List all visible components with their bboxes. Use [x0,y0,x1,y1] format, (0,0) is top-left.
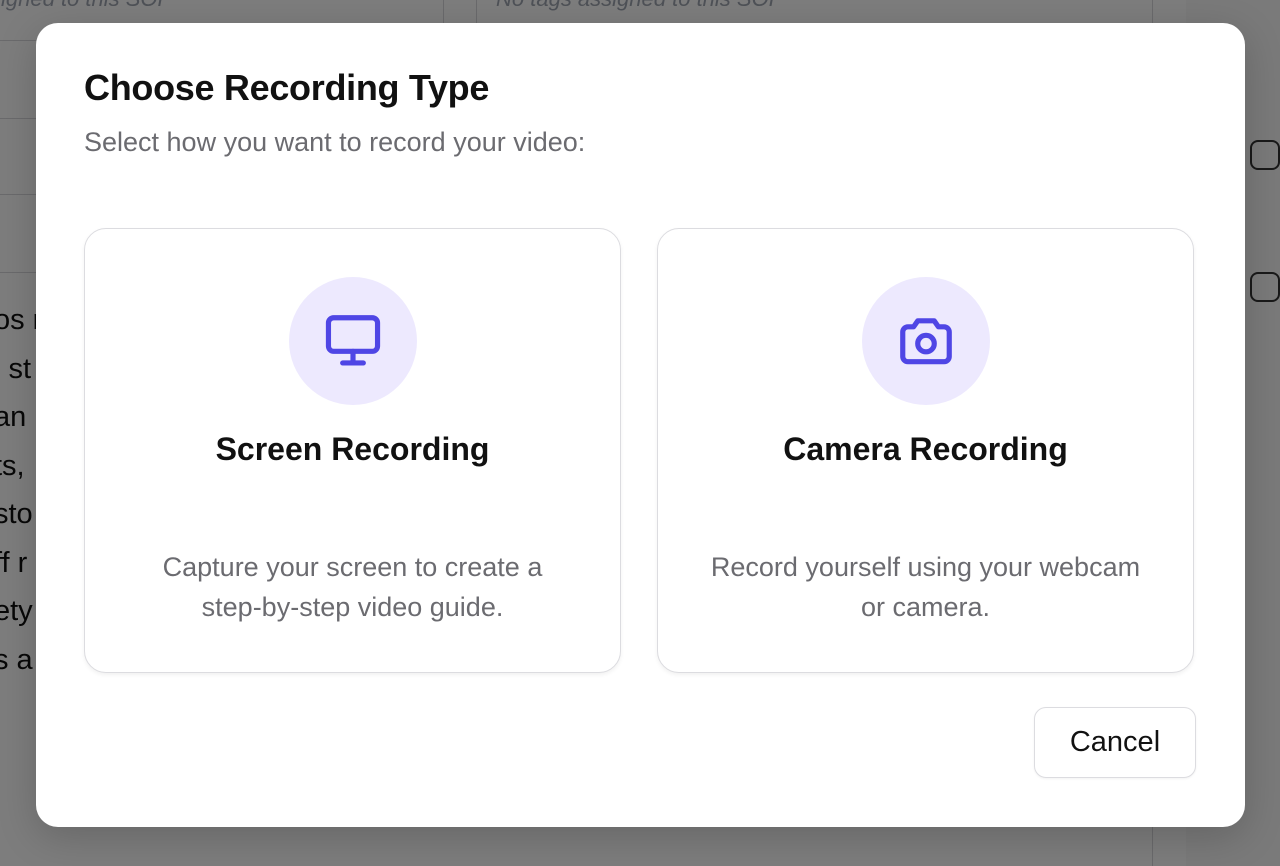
option-title: Camera Recording [783,431,1068,467]
option-description: Capture your screen to create a step-by-… [162,552,543,622]
monitor-icon [325,315,380,366]
option-description: Record yourself using your webcam or cam… [710,552,1141,622]
camera-recording-option[interactable]: Camera Recording Record yourself using y… [657,228,1194,673]
camera-icon [899,318,952,365]
dialog-title: Choose Recording Type [84,67,490,108]
screen-recording-option[interactable]: Screen Recording Capture your screen to … [84,228,621,673]
camera-icon-badge [861,277,990,405]
cancel-button[interactable]: Cancel [1034,707,1196,778]
screen-icon-badge [288,277,417,405]
option-title: Screen Recording [215,431,490,467]
recording-type-dialog: Choose Recording Type Select how you wan… [36,23,1245,827]
dialog-subtitle: Select how you want to record your video… [84,127,586,157]
